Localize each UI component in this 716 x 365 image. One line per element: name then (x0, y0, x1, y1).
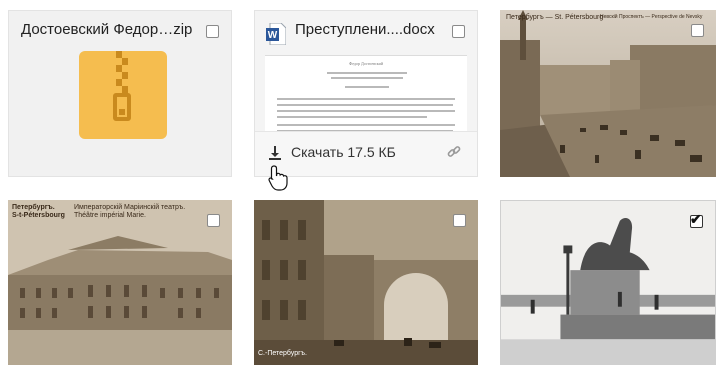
file-title: Достоевский Федор…zip (21, 21, 193, 38)
download-link[interactable]: Скачать 17.5 КБ (291, 144, 396, 160)
photo-thumbnail (8, 200, 232, 365)
word-doc-icon: W (266, 22, 287, 46)
photo-thumbnail (254, 200, 478, 365)
photo-caption: С.-Петербургъ. (258, 350, 307, 357)
photo-caption: Императорскій Маріинскій театръ. (74, 204, 186, 211)
file-tile-photo[interactable]: Петербургъ. S-t-Pétersbourg Императорскі… (8, 200, 232, 365)
select-checkbox[interactable] (207, 214, 220, 227)
file-tile-photo[interactable]: Петербургъ — St. Pétersbourg Невскій Про… (500, 10, 716, 177)
hand-pointer-icon (268, 165, 290, 191)
photo-caption: Невскій Проспектъ — Perspective de Nevsk… (600, 14, 703, 20)
select-checkbox-checked[interactable]: ✔ (690, 211, 703, 228)
download-icon[interactable] (269, 146, 281, 160)
select-checkbox[interactable] (206, 25, 219, 38)
photo-caption: Петербургъ. (12, 204, 55, 211)
file-tile-zip[interactable]: Достоевский Федор…zip (8, 10, 232, 177)
photo-caption: Петербургъ — St. Pétersbourg (506, 14, 604, 21)
photo-thumbnail (500, 10, 716, 177)
doc-author: Федор Достоевский (349, 61, 383, 66)
file-tile-photo[interactable]: ✔ (500, 200, 716, 365)
zip-archive-icon (79, 51, 167, 139)
link-icon[interactable] (447, 145, 461, 159)
select-checkbox[interactable] (453, 214, 466, 227)
file-title: Преступлени....docx (295, 21, 435, 38)
select-checkbox[interactable] (691, 24, 704, 37)
photo-caption: S-t-Pétersbourg (12, 212, 65, 219)
photo-caption: Théâtre impérial Marie. (74, 212, 146, 219)
file-tile-photo[interactable]: С.-Петербургъ. (254, 200, 478, 365)
svg-text:W: W (268, 30, 278, 41)
photo-thumbnail (501, 201, 715, 364)
file-tile-docx[interactable]: W Преступлени....docx Федор Достоевский … (254, 10, 478, 177)
checkmark-icon: ✔ (690, 211, 702, 227)
select-checkbox[interactable] (452, 25, 465, 38)
